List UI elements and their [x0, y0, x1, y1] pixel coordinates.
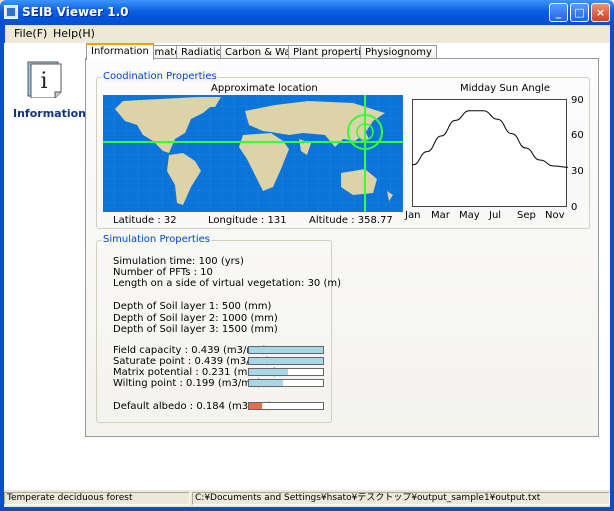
x-tick-may: May — [459, 210, 480, 221]
prop-label: Field capacity : 0.439 (m3/m3) — [113, 345, 267, 356]
bar-fill — [249, 347, 323, 353]
x-tick-mar: Mar — [431, 210, 450, 221]
sim-pfts: Number of PFTs : 10 — [113, 267, 213, 278]
y-tick-90: 90 — [571, 95, 584, 106]
minimize-button[interactable]: _ — [549, 3, 568, 22]
altitude-text: Altitude : 358.77 — [309, 215, 393, 226]
app-icon — [4, 5, 18, 19]
x-tick-nov: Nov — [545, 210, 565, 221]
y-tick-0: 0 — [571, 202, 578, 213]
bar-fill — [249, 403, 263, 409]
albedo-bar — [248, 402, 324, 410]
world-map[interactable] — [103, 95, 403, 212]
prop-label: Saturate point : 0.439 (m3/m3) — [113, 356, 270, 367]
simulation-title: Simulation Properties — [102, 234, 211, 245]
svg-text:i: i — [40, 69, 47, 94]
saturate-point-bar — [248, 357, 324, 365]
soil-layer-3: Depth of Soil layer 3: 1500 (mm) — [113, 324, 278, 335]
prop-label: Wilting point : 0.199 (m3/m3) — [113, 378, 262, 389]
x-tick-jan: Jan — [405, 210, 421, 221]
map-title: Approximate location — [211, 83, 318, 94]
latitude-text: Latitude : 32 — [113, 215, 177, 226]
status-bar: Temperate deciduous forest C:¥Documents … — [4, 490, 610, 507]
coordination-title: Coodination Properties — [102, 71, 218, 82]
tab-information[interactable]: Information — [86, 43, 154, 60]
sim-time: Simulation time: 100 (yrs) — [113, 256, 244, 267]
menu-bar: File(F) Help(H) — [4, 25, 610, 43]
status-filepath: C:¥Documents and Settings¥hsato¥デスクトップ¥o… — [192, 492, 610, 505]
bar-fill — [249, 369, 288, 375]
longitude-text: Longitude : 131 — [208, 215, 287, 226]
field-capacity-bar — [248, 346, 324, 354]
nav-information-label[interactable]: Information — [13, 107, 86, 120]
menu-file[interactable]: File(F) — [14, 27, 47, 40]
soil-layer-1: Depth of Soil layer 1: 500 (mm) — [113, 301, 272, 312]
wilting-point-bar — [248, 379, 324, 387]
sim-length: Length on a side of virtual vegetation: … — [113, 278, 342, 289]
status-vegetation: Temperate deciduous forest — [4, 492, 190, 505]
sun-chart-title: Midday Sun Angle — [460, 83, 550, 94]
maximize-button[interactable]: □ — [570, 3, 589, 22]
x-tick-sep: Sep — [517, 210, 536, 221]
y-tick-30: 30 — [571, 166, 584, 177]
bar-fill — [249, 380, 283, 386]
x-tick-jul: Jul — [489, 210, 502, 221]
matrix-potential-bar — [248, 368, 324, 376]
sun-angle-chart — [412, 99, 569, 207]
soil-layer-2: Depth of Soil layer 2: 1000 (mm) — [113, 313, 278, 324]
window-title: SEIB Viewer 1.0 — [22, 5, 129, 19]
information-icon[interactable]: i — [24, 60, 66, 98]
menu-help[interactable]: Help(H) — [53, 27, 95, 40]
close-button[interactable]: × — [591, 3, 610, 22]
y-tick-60: 60 — [571, 130, 584, 141]
title-bar[interactable]: SEIB Viewer 1.0 _ □ × — [0, 0, 614, 25]
bar-fill — [249, 358, 323, 364]
sun-angle-line — [412, 110, 569, 168]
